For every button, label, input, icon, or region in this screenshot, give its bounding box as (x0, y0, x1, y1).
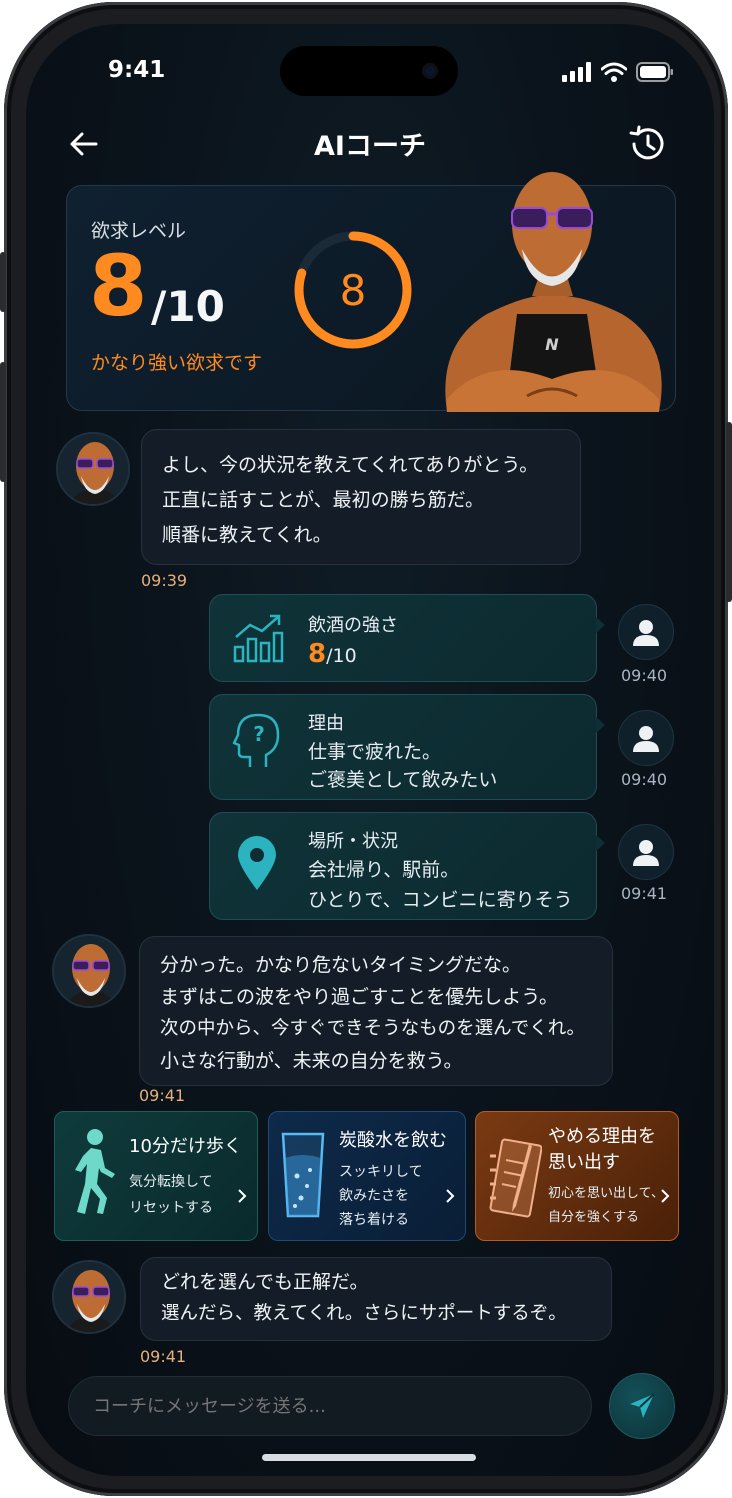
message-input[interactable] (68, 1376, 592, 1436)
message-line: どれを選んでも正解だ。 (161, 1271, 369, 1293)
action-title: 思い出す (548, 1152, 620, 1173)
action-title: 10分だけ歩く (129, 1136, 242, 1157)
notebook-icon (489, 1138, 542, 1218)
user-message-line: ご褒美として飲みたい (308, 769, 498, 791)
camera-icon (422, 63, 438, 79)
action-subtitle: 飲みたさを (339, 1188, 409, 1204)
person-icon (633, 840, 659, 866)
intensity-value-row: 8/10 (308, 639, 357, 669)
app-screen: 9:41 AIコーチ 欲求レベル 8 /10 かなり強い欲求です 8 N よし、… (26, 24, 714, 1476)
svg-text:?: ? (253, 722, 265, 746)
message-line: まずはこの波をやり過ごすことを優先しよう。 (160, 986, 559, 1008)
message-time: 09:41 (140, 1347, 187, 1366)
message-line: 選んだら、教えてくれ。さらにサポートするぞ。 (161, 1303, 567, 1324)
coach-message: 分かった。かなり危ないタイミングだな。 まずはこの波をやり過ごすことを優先しよう… (139, 936, 613, 1086)
home-indicator (262, 1454, 476, 1461)
action-subtitle: 落ち着ける (339, 1212, 409, 1228)
user-message-title: 理由 (308, 713, 344, 734)
action-button (0, 252, 6, 312)
message-line: 分かった。かなり危ないタイミングだな。 (160, 954, 522, 976)
volume-buttons (0, 362, 6, 482)
intensity-value: 8 (308, 639, 327, 669)
walking-person-icon (75, 1129, 115, 1214)
message-line: 次の中から、今すぐできそうなものを選んでくれ。 (160, 1018, 585, 1039)
phone-frame: 9:41 AIコーチ 欲求レベル 8 /10 かなり強い欲求です 8 N よし、… (0, 2, 732, 1496)
craving-level-value: 8 (89, 237, 148, 335)
history-icon (629, 125, 664, 160)
coach-avatar (56, 432, 130, 506)
action-card-reasons[interactable]: やめる理由を 思い出す 初心を思い出して、 自分を強くする (475, 1111, 679, 1241)
coach-face-icon (54, 1262, 124, 1332)
send-icon (630, 1393, 655, 1418)
user-message-intensity: 飲酒の強さ 8/10 (209, 594, 605, 682)
action-card-sparkling-water[interactable]: 炭酸水を飲む スッキリして 飲みたさを 落ち着ける (268, 1111, 466, 1241)
action-title: 炭酸水を飲む (339, 1130, 447, 1151)
user-message-title: 飲酒の強さ (308, 615, 398, 636)
bubble-tail (596, 617, 605, 633)
message-line: よし、今の状況を教えてくれてありがとう。 (162, 454, 539, 476)
chevron-right-icon (661, 1189, 670, 1203)
svg-text:N: N (545, 335, 559, 354)
craving-level-card: 欲求レベル 8 /10 かなり強い欲求です 8 N (66, 172, 676, 412)
message-time: 09:41 (139, 1086, 186, 1105)
coach-message: どれを選んでも正解だ。 選んだら、教えてくれ。さらにサポートするぞ。 (140, 1257, 612, 1341)
signal-icon (562, 62, 591, 82)
message-line: 正直に話すことが、最初の勝ち筋だ。 (162, 489, 485, 511)
status-time: 9:41 (108, 57, 166, 83)
head-question-icon: ? (232, 713, 280, 767)
coach-face-icon (54, 936, 124, 1006)
bubble-tail (596, 835, 605, 851)
page-title: AIコーチ (314, 131, 426, 162)
user-message-line: ひとりで、コンビニに寄りそう (308, 889, 573, 911)
chevron-right-icon (238, 1189, 247, 1203)
dynamic-island (280, 46, 458, 96)
action-subtitle: 自分を強くする (548, 1210, 640, 1225)
battery-icon (636, 62, 673, 82)
action-title: やめる理由を (548, 1126, 656, 1147)
action-subtitle: 初心を思い出して、 (548, 1186, 664, 1201)
user-avatar (618, 604, 674, 660)
user-message-line: 仕事で疲れた。 (308, 741, 442, 763)
coach-avatar (52, 934, 126, 1008)
user-message-reason: ? 理由 仕事で疲れた。 ご褒美として飲みたい (209, 694, 605, 800)
coach-face-icon (58, 434, 128, 504)
bubble-tail (596, 717, 605, 733)
message-time: 09:41 (621, 884, 668, 903)
coach-portrait: N (445, 172, 662, 412)
status-icons (562, 62, 674, 82)
glass-icon (281, 1132, 325, 1218)
craving-level-description: かなり強い欲求です (91, 352, 263, 374)
person-icon (633, 726, 659, 752)
chart-growth-icon (233, 614, 284, 663)
send-button[interactable] (609, 1373, 675, 1439)
person-icon (633, 620, 659, 646)
craving-level-ring: 8 (294, 231, 412, 349)
history-button[interactable] (628, 124, 668, 164)
chevron-right-icon (446, 1189, 455, 1203)
message-line: 小さな行動が、未来の自分を救う。 (160, 1050, 463, 1072)
power-button (726, 422, 732, 602)
ring-value: 8 (340, 266, 367, 315)
location-pin-icon (238, 836, 276, 890)
action-subtitle: スッキリして (339, 1164, 423, 1180)
user-message-title: 場所・状況 (308, 831, 398, 852)
message-time: 09:39 (141, 571, 188, 590)
message-time: 09:40 (621, 770, 668, 789)
user-message-location: 場所・状況 会社帰り、駅前。 ひとりで、コンビニに寄りそう (209, 812, 605, 920)
action-subtitle: リセットする (129, 1200, 213, 1216)
craving-level-denominator: /10 (151, 282, 225, 331)
coach-avatar (52, 1260, 126, 1334)
user-message-line: 会社帰り、駅前。 (308, 859, 460, 881)
wifi-icon (601, 62, 627, 82)
coach-message: よし、今の状況を教えてくれてありがとう。 正直に話すことが、最初の勝ち筋だ。 順… (141, 429, 581, 565)
message-time: 09:40 (621, 666, 668, 685)
action-card-walk[interactable]: 10分だけ歩く 気分転換して リセットする (54, 1111, 258, 1241)
user-avatar (618, 824, 674, 880)
message-line: 順番に教えてくれ。 (162, 524, 332, 546)
action-subtitle: 気分転換して (129, 1174, 213, 1190)
intensity-denominator: /10 (326, 645, 357, 667)
user-avatar (618, 710, 674, 766)
